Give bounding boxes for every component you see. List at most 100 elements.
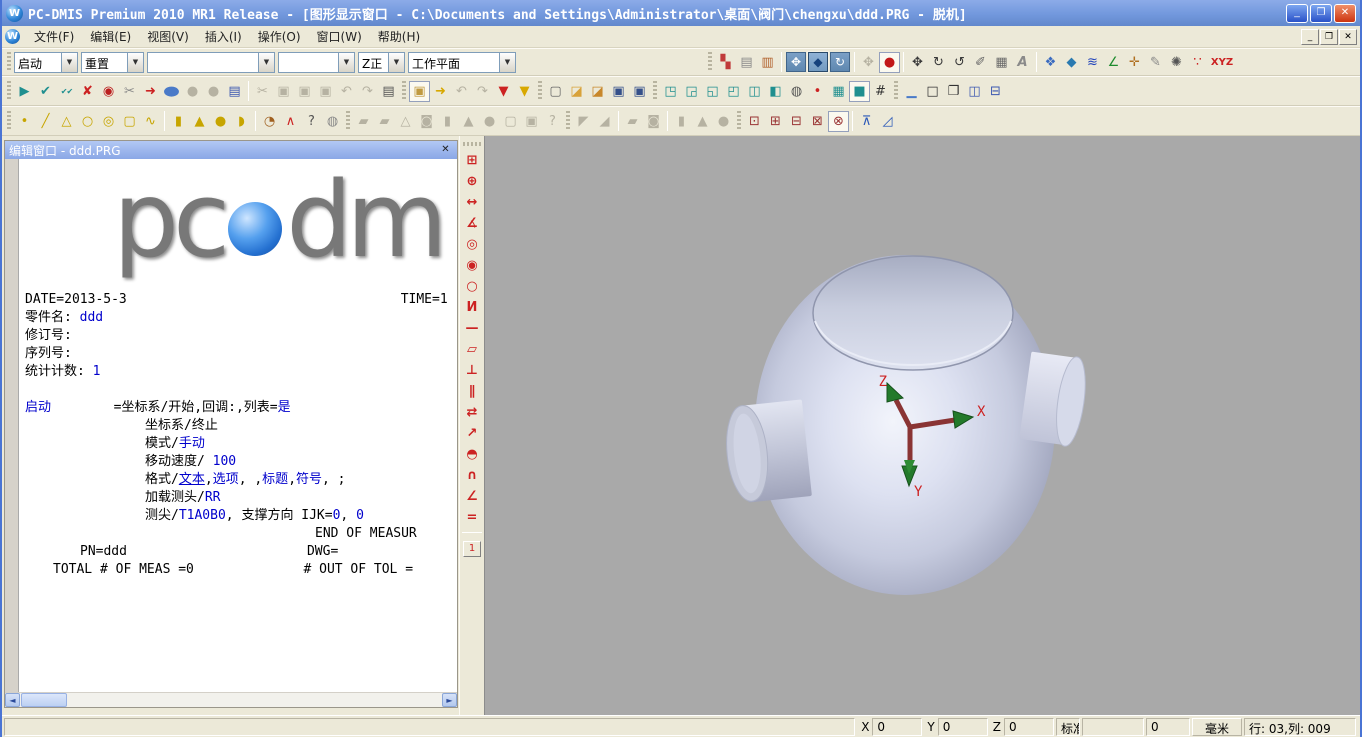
measured-sphere-icon[interactable]: ● bbox=[210, 111, 231, 132]
gdt-roundness-icon[interactable]: ○ bbox=[461, 276, 483, 297]
restore-button[interactable]: ❐ bbox=[1310, 4, 1332, 23]
document-system-icon[interactable]: W bbox=[5, 29, 20, 44]
workplane-dropdown-arrow-icon[interactable]: ▼ bbox=[499, 53, 515, 72]
edit-window-close-icon[interactable]: ✕ bbox=[438, 143, 453, 157]
gauge-icon[interactable]: ◔ bbox=[259, 111, 280, 132]
solid-view-button[interactable]: ■ bbox=[849, 81, 870, 102]
dimension-distance-button[interactable]: ⊟ bbox=[786, 111, 807, 132]
origin-point-icon[interactable]: • bbox=[807, 81, 828, 102]
dimension-info-button[interactable]: ⊞ bbox=[765, 111, 786, 132]
menu-view[interactable]: 视图(V) bbox=[139, 26, 197, 47]
gdt-position-icon[interactable]: ⊕ bbox=[461, 171, 483, 192]
gdt-grid-icon[interactable]: ⊞ bbox=[461, 150, 483, 171]
new-window-button[interactable]: ❐ bbox=[943, 81, 964, 102]
measured-line-icon[interactable]: ╱ bbox=[35, 111, 56, 132]
view-dropdown-arrow-icon[interactable]: ▼ bbox=[388, 53, 404, 72]
mesh-feature-icon[interactable]: ◍ bbox=[322, 111, 343, 132]
edit-window-hscrollbar[interactable]: ◄ ► bbox=[5, 692, 457, 707]
probe-pen-icon[interactable]: ✐ bbox=[970, 52, 991, 73]
measured-curve-icon[interactable]: ∿ bbox=[140, 111, 161, 132]
probe-scissors-icon[interactable]: ✂ bbox=[119, 81, 140, 102]
reset-dropdown-arrow-icon[interactable]: ▼ bbox=[127, 53, 143, 72]
gdt-circularity-icon[interactable]: ◉ bbox=[461, 255, 483, 276]
minimize-button[interactable]: _ bbox=[1286, 4, 1308, 23]
reset-dropdown[interactable]: 重置▼ bbox=[81, 52, 144, 73]
gdt-straightness-icon[interactable]: — bbox=[461, 318, 483, 339]
measured-circle-icon[interactable]: ○ bbox=[77, 111, 98, 132]
save-as-button[interactable]: ▣ bbox=[629, 81, 650, 102]
grid-edit-icon[interactable]: ▦ bbox=[991, 52, 1012, 73]
view-xplus-button[interactable]: ◫ bbox=[744, 81, 765, 102]
text-label-icon[interactable]: A bbox=[1012, 52, 1033, 73]
menu-operation[interactable]: 操作(O) bbox=[250, 26, 309, 47]
rotate-3d-icon[interactable]: ↺ bbox=[949, 52, 970, 73]
toolbar-grip[interactable] bbox=[894, 81, 898, 101]
mark-yellow-button[interactable]: ▼ bbox=[514, 81, 535, 102]
view-zplus-button[interactable]: ◳ bbox=[660, 81, 681, 102]
graphics-viewport[interactable]: Z X Y bbox=[484, 136, 1360, 715]
edit-window-content[interactable]: pcdm DATE=2013-5-3 TIME=1零件名: ddd修订号:序列号… bbox=[19, 159, 457, 692]
dimension-graph-button[interactable]: ⊗ bbox=[828, 111, 849, 132]
ellipse-tool-icon[interactable]: ● bbox=[156, 81, 188, 102]
profile-scan-icon[interactable]: ∧ bbox=[280, 111, 301, 132]
cad-solid-icon[interactable]: ❖ bbox=[1040, 52, 1061, 73]
gdt-perpendicularity-icon[interactable]: ⊥ bbox=[461, 360, 483, 381]
edit-window-body[interactable]: pcdm DATE=2013-5-3 TIME=1零件名: ddd修订号:序列号… bbox=[5, 159, 457, 692]
axes-icon[interactable]: ∠ bbox=[1103, 52, 1124, 73]
menu-insert[interactable]: 插入(I) bbox=[197, 26, 250, 47]
translate-icon[interactable]: ✥ bbox=[907, 52, 928, 73]
workplane-dropdown[interactable]: 工作平面▼ bbox=[408, 52, 516, 73]
restore-graph-button[interactable]: □ bbox=[922, 81, 943, 102]
gdt-flatness-icon[interactable]: ▱ bbox=[461, 339, 483, 360]
insert-mode-button[interactable]: ▣ bbox=[409, 81, 430, 102]
view-yplus-button[interactable]: ◱ bbox=[702, 81, 723, 102]
toolbar-grip[interactable] bbox=[737, 111, 741, 131]
point-flow-icon[interactable]: ∵ bbox=[1187, 52, 1208, 73]
gdt-line-profile-icon[interactable]: ∩ bbox=[461, 465, 483, 486]
execute-block-button[interactable]: ✔✔ bbox=[56, 81, 77, 102]
gdt-parallelism-icon[interactable]: ∥ bbox=[461, 381, 483, 402]
gdt-distance-icon[interactable]: ↔ bbox=[461, 192, 483, 213]
probe-cad-icon[interactable]: ◆ bbox=[1061, 52, 1082, 73]
toolbar-grip[interactable] bbox=[346, 111, 350, 131]
edit-program-text[interactable]: DATE=2013-5-3 TIME=1零件名: ddd修订号:序列号:统计计数… bbox=[19, 291, 457, 579]
gdt-surface-profile-icon[interactable]: ◓ bbox=[461, 444, 483, 465]
color-edit-icon[interactable]: ▚ bbox=[715, 52, 736, 73]
record-button[interactable]: ◉ bbox=[98, 81, 119, 102]
tile-horizontal-button[interactable]: ◫ bbox=[964, 81, 985, 102]
toolbar-grip[interactable] bbox=[7, 52, 11, 72]
execute-button[interactable]: ▶ bbox=[14, 81, 35, 102]
measured-circle-stud-icon[interactable]: ◎ bbox=[98, 111, 119, 132]
toolbar-grip[interactable] bbox=[463, 142, 481, 146]
measured-plane-icon[interactable]: △ bbox=[56, 111, 77, 132]
menu-file[interactable]: 文件(F) bbox=[26, 26, 82, 47]
minimize-graph-button[interactable]: ▁ bbox=[901, 81, 922, 102]
toolbar-grip[interactable] bbox=[653, 81, 657, 101]
view-dropdown[interactable]: Z正▼ bbox=[358, 52, 405, 73]
guess-mode-icon[interactable]: ? bbox=[301, 111, 322, 132]
measured-surface-icon[interactable]: ◗ bbox=[231, 111, 252, 132]
probe-qualify-icon[interactable]: ✛ bbox=[1124, 52, 1145, 73]
new-file-button[interactable]: ▢ bbox=[545, 81, 566, 102]
step-next-button[interactable]: ➜ bbox=[430, 81, 451, 102]
toolbar-grip[interactable] bbox=[7, 111, 11, 131]
pan-view-button[interactable]: ✥ bbox=[786, 52, 806, 72]
print-button[interactable]: ▤ bbox=[378, 81, 399, 102]
wireframe-view-button[interactable]: ▦ bbox=[828, 81, 849, 102]
startup-dropdown[interactable]: 启动▼ bbox=[14, 52, 78, 73]
rotate-2d-icon[interactable]: ↻ bbox=[928, 52, 949, 73]
dimension-angle-button[interactable]: ⊠ bbox=[807, 111, 828, 132]
probe-mode-button[interactable]: ◆ bbox=[808, 52, 828, 72]
sphere-mode-button[interactable]: ● bbox=[879, 52, 900, 73]
view-zminus-button[interactable]: ◲ bbox=[681, 81, 702, 102]
open-file-button[interactable]: ◪ bbox=[566, 81, 587, 102]
probe-tip-dropdown[interactable]: ▼ bbox=[278, 52, 355, 73]
gdt-symmetry-icon[interactable]: = bbox=[461, 507, 483, 528]
summary-mode-button[interactable]: ▤ bbox=[224, 81, 245, 102]
view-yminus-button[interactable]: ◰ bbox=[723, 81, 744, 102]
toolbar-grip[interactable] bbox=[402, 81, 406, 101]
delete-feature-button[interactable]: ✘ bbox=[77, 81, 98, 102]
refresh-view-button[interactable]: ↻ bbox=[830, 52, 850, 72]
report-template-icon[interactable]: ▥ bbox=[757, 52, 778, 73]
scroll-right-icon[interactable]: ► bbox=[442, 693, 457, 707]
